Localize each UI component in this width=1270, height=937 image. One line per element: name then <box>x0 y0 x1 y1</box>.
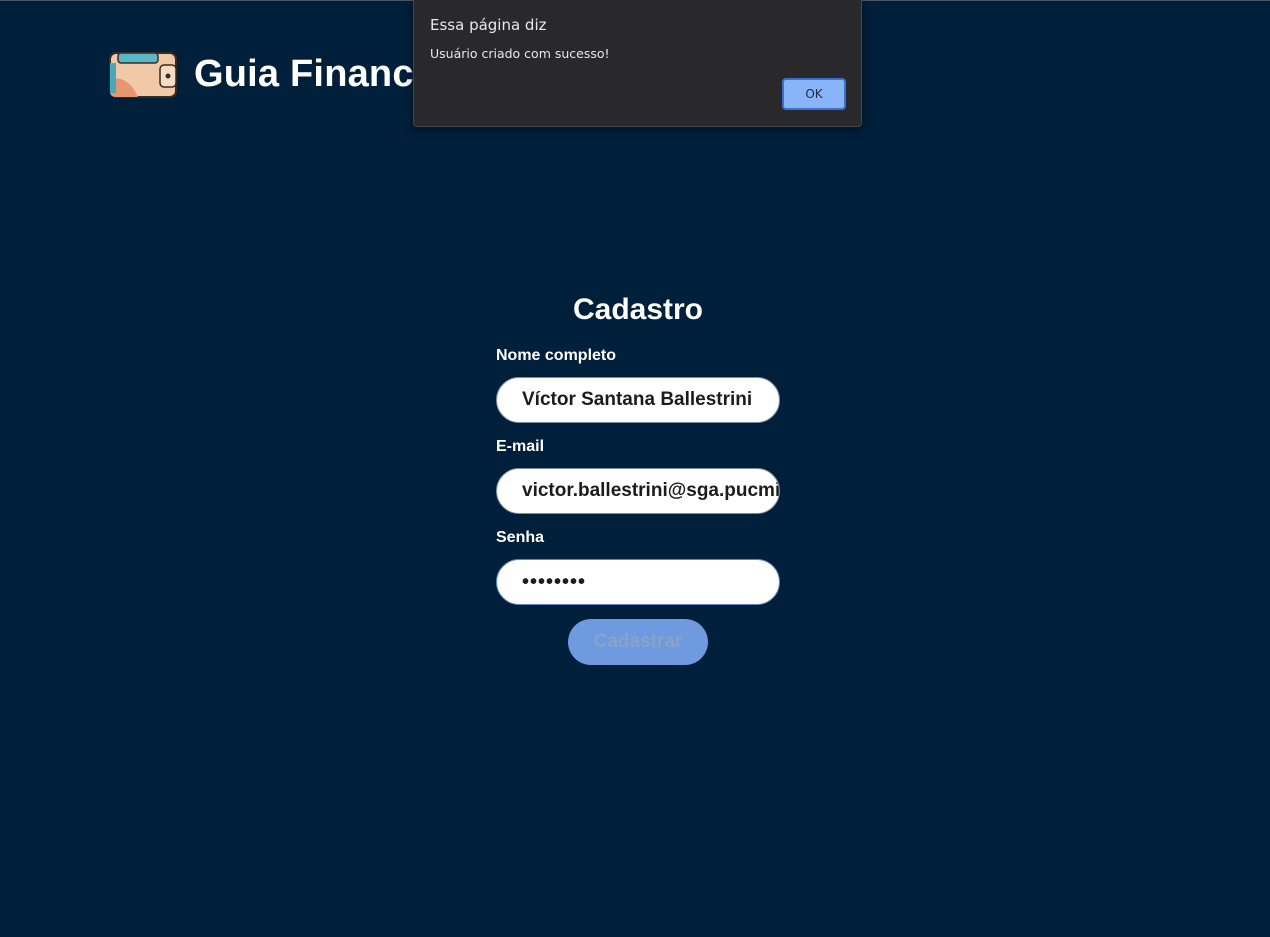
name-input[interactable]: Víctor Santana Ballestrini <box>496 377 780 423</box>
submit-button[interactable]: Cadastrar <box>568 619 708 665</box>
email-value: victor.ballestrini@sga.pucminas.br <box>522 480 780 501</box>
dialog-title: Essa página diz <box>430 16 547 34</box>
name-label: Nome completo <box>496 347 617 364</box>
ok-button[interactable]: OK <box>782 78 846 110</box>
password-value: •••••••• <box>522 570 587 593</box>
dialog-message: Usuário criado com sucesso! <box>430 46 610 61</box>
email-input[interactable]: victor.ballestrini@sga.pucminas.br <box>496 468 780 514</box>
form-title: Cadastro <box>572 293 704 326</box>
name-value: Víctor Santana Ballestrini <box>522 389 753 410</box>
password-input[interactable]: •••••••• <box>496 559 780 605</box>
alert-dialog: Essa página diz Usuário criado com suces… <box>413 0 862 127</box>
wallet-icon <box>108 49 178 99</box>
email-label: E-mail <box>496 438 545 455</box>
signup-form: Cadastro Nome completo Víctor Santana Ba… <box>496 290 780 665</box>
password-label: Senha <box>496 529 545 546</box>
